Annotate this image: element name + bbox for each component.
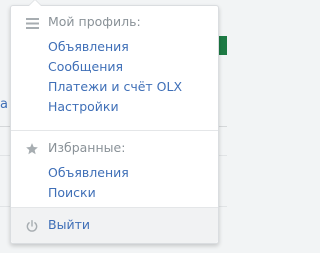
star-icon [24, 141, 40, 157]
profile-section-title: Мой профиль: [48, 14, 141, 29]
favorites-section-title: Избранные: [48, 140, 126, 155]
logout-row[interactable]: Выйти [11, 207, 218, 243]
menu-item-settings[interactable]: Настройки [48, 97, 182, 117]
menu-lines-icon [24, 15, 40, 31]
account-dropdown-menu: Мой профиль: Объявления Сообщения Платеж… [10, 0, 219, 244]
menu-item-favorite-ads[interactable]: Объявления [48, 163, 129, 183]
power-icon [24, 218, 40, 234]
menu-item-messages[interactable]: Сообщения [48, 57, 182, 77]
dropdown-caret [28, 0, 42, 6]
section-divider [11, 130, 218, 131]
menu-item-payments[interactable]: Платежи и счёт OLX [48, 77, 182, 97]
menu-item-my-ads[interactable]: Объявления [48, 37, 182, 57]
background-text-fragment: а [0, 97, 8, 112]
menu-item-favorite-searches[interactable]: Поиски [48, 183, 129, 203]
logout-link[interactable]: Выйти [48, 216, 90, 234]
